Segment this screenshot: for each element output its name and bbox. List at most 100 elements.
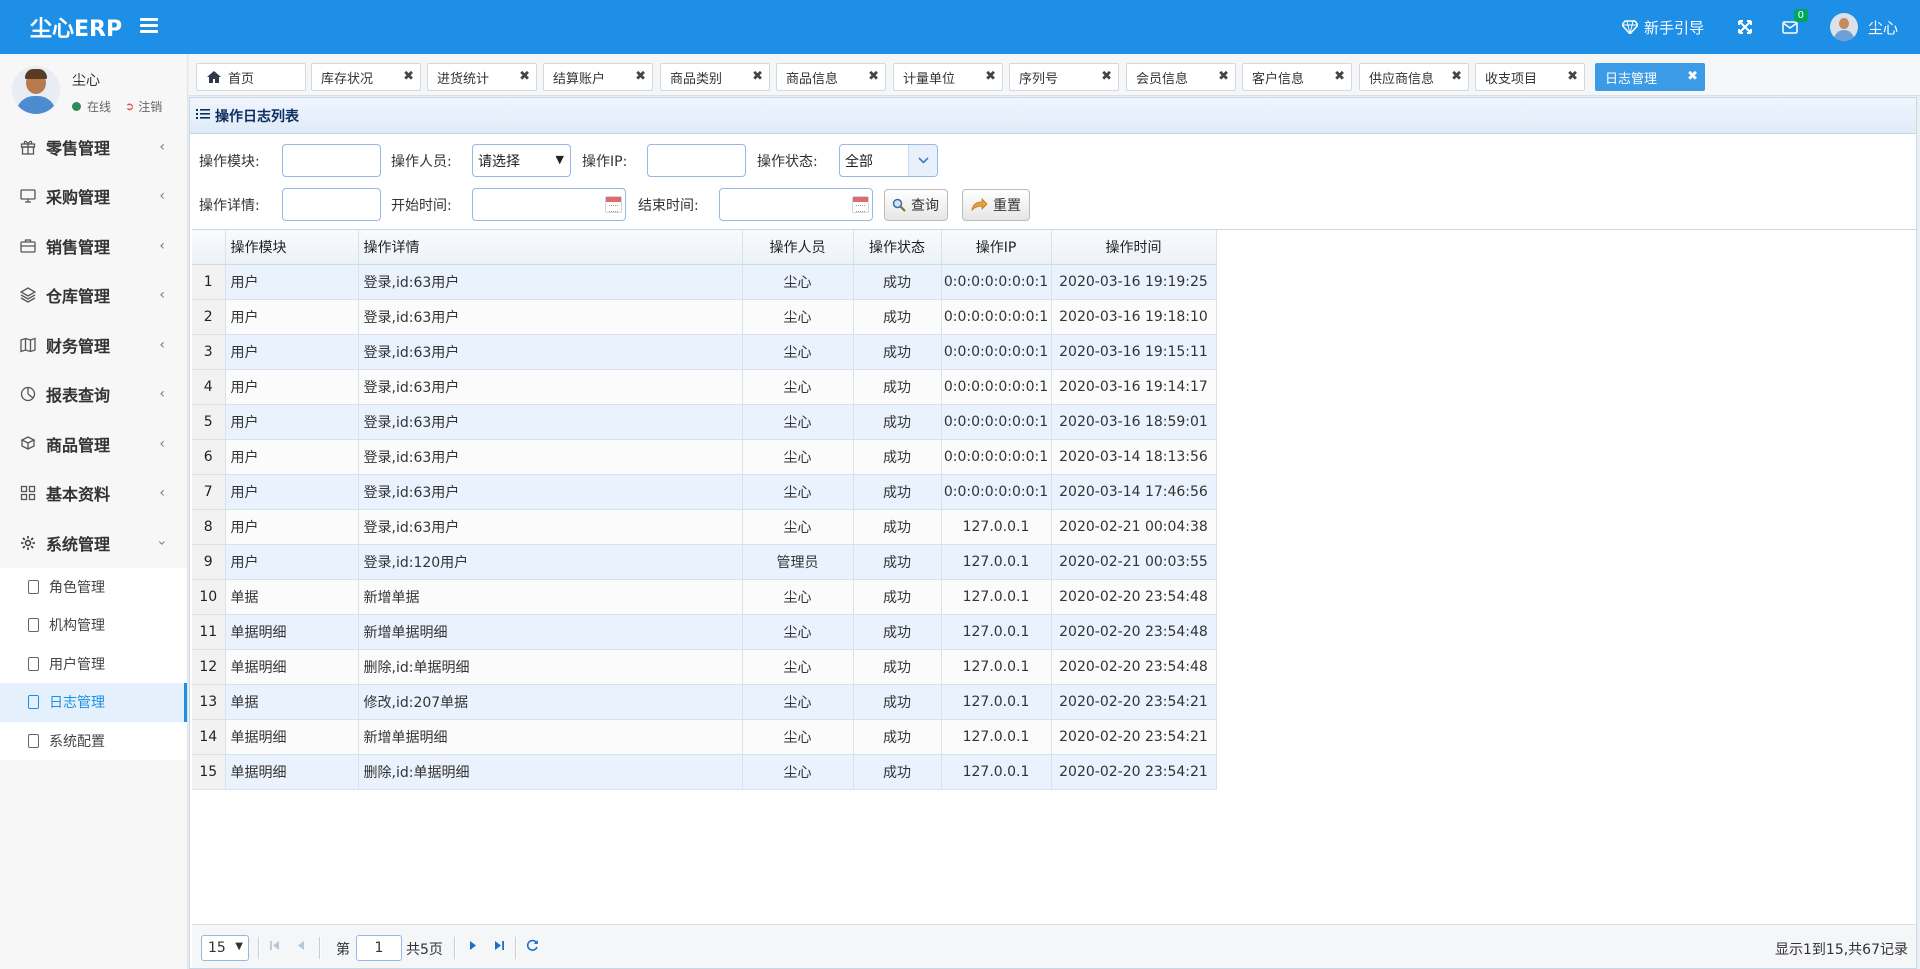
status-cell: 成功 xyxy=(853,369,942,405)
sidebar-item-products[interactable]: 商品管理 ‹ xyxy=(0,419,187,469)
calendar-icon[interactable] xyxy=(605,196,622,213)
module-input[interactable] xyxy=(282,144,381,177)
table-row[interactable]: 5 用户 登录,id:63用户 尘心 成功 0:0:0:0:0:0:0:1 2020-03-… xyxy=(192,404,1217,440)
sidebar-item-basic-data[interactable]: 基本资料 ‹ xyxy=(0,469,187,519)
close-icon[interactable]: ✖ xyxy=(752,69,763,84)
close-icon[interactable]: ✖ xyxy=(403,69,414,84)
close-icon[interactable]: ✖ xyxy=(1218,69,1229,84)
table-row[interactable]: 1 用户 登录,id:63用户 尘心 成功 0:0:0:0:0:0:0:1 2020-03-… xyxy=(192,264,1217,300)
sidebar-item-sales[interactable]: 销售管理 ‹ xyxy=(0,221,187,271)
column-header[interactable]: 操作IP xyxy=(941,230,1052,265)
close-icon[interactable]: ✖ xyxy=(1101,69,1112,84)
operator-select[interactable]: 请选择 ▼ xyxy=(472,144,571,177)
table-row[interactable]: 2 用户 登录,id:63用户 尘心 成功 0:0:0:0:0:0:0:1 2020-03-… xyxy=(192,299,1217,335)
detail-input[interactable] xyxy=(282,188,381,221)
sidebar-item-config[interactable]: 系统配置 xyxy=(0,722,187,761)
record-count-info: 显示1到15,共67记录 xyxy=(1775,942,1908,958)
refresh-button[interactable] xyxy=(522,937,542,957)
column-header[interactable]: 操作模块 xyxy=(225,230,359,265)
table-row[interactable]: 14 单据明细 新增单据明细 尘心 成功 127.0.0.1 2020-02-20 23:5… xyxy=(192,719,1217,755)
grid-icon xyxy=(18,485,38,501)
tab-units[interactable]: 计量单位 ✖ xyxy=(893,63,1003,91)
fullscreen-button[interactable] xyxy=(1737,20,1752,34)
table-row[interactable]: 9 用户 登录,id:120用户 管理员 成功 127.0.0.1 2020-02-21 0… xyxy=(192,544,1217,580)
calendar-icon[interactable] xyxy=(852,196,869,213)
table-row[interactable]: 8 用户 登录,id:63用户 尘心 成功 127.0.0.1 2020-02-21 00:… xyxy=(192,509,1217,545)
prev-page-button[interactable] xyxy=(291,937,311,957)
app-logo[interactable]: 尘心ERP xyxy=(0,0,188,54)
last-page-button[interactable] xyxy=(489,937,509,957)
sidebar-item-users[interactable]: 用户管理 xyxy=(0,645,187,684)
sidebar-item-retail[interactable]: 零售管理 ‹ xyxy=(0,122,187,172)
messages-button[interactable]: 0 xyxy=(1782,8,1808,34)
logout-icon[interactable]: ➲ xyxy=(125,100,134,113)
sidebar-item-roles[interactable]: 角色管理 xyxy=(0,568,187,607)
tab-suppliers[interactable]: 供应商信息 ✖ xyxy=(1359,63,1469,91)
close-icon[interactable]: ✖ xyxy=(635,69,646,84)
tab-categories[interactable]: 商品类别 ✖ xyxy=(660,63,770,91)
tab-product-info[interactable]: 商品信息 ✖ xyxy=(776,63,886,91)
pager-separator xyxy=(258,937,260,959)
table-row[interactable]: 7 用户 登录,id:63用户 尘心 成功 0:0:0:0:0:0:0:1 2020-03-… xyxy=(192,474,1217,510)
tab-inventory[interactable]: 库存状况 ✖ xyxy=(311,63,421,91)
table-row[interactable]: 11 单据明细 新增单据明细 尘心 成功 127.0.0.1 2020-02-20 23:5… xyxy=(192,614,1217,650)
chevron-left-icon: ‹ xyxy=(159,188,165,205)
time-cell: 2020-03-16 19:19:25 xyxy=(1051,264,1217,300)
column-header[interactable]: 操作时间 xyxy=(1051,230,1217,265)
close-icon[interactable]: ✖ xyxy=(868,69,879,84)
row-number: 14 xyxy=(192,719,226,755)
tab-customers[interactable]: 客户信息 ✖ xyxy=(1242,63,1352,91)
close-icon[interactable]: ✖ xyxy=(985,69,996,84)
close-icon[interactable]: ✖ xyxy=(1567,69,1578,84)
status-select[interactable]: 全部 xyxy=(839,144,938,177)
briefcase-icon xyxy=(18,238,38,254)
tab-logs[interactable]: 日志管理 ✖ xyxy=(1595,63,1705,91)
column-header[interactable]: 操作人员 xyxy=(742,230,854,265)
tab-label: 结算账户 xyxy=(553,71,606,87)
sidebar-item-purchase[interactable]: 采购管理 ‹ xyxy=(0,172,187,222)
first-page-button[interactable] xyxy=(265,937,285,957)
sidebar-item-logs[interactable]: 日志管理 xyxy=(0,683,187,722)
close-icon[interactable]: ✖ xyxy=(1451,69,1462,84)
page-number-input[interactable]: 1 xyxy=(356,935,402,961)
table-row[interactable]: 15 单据明细 删除,id:单据明细 尘心 成功 127.0.0.1 2020-02-20 … xyxy=(192,754,1217,790)
close-icon[interactable]: ✖ xyxy=(519,69,530,84)
sidebar-item-orgs[interactable]: 机构管理 xyxy=(0,606,187,645)
chevron-left-icon: ‹ xyxy=(159,485,165,502)
tab-income-expense[interactable]: 收支项目 ✖ xyxy=(1475,63,1585,91)
logout-link[interactable]: 注销 xyxy=(138,98,162,115)
query-button[interactable]: 查询 xyxy=(884,189,948,221)
table-row[interactable]: 10 单据 新增单据 尘心 成功 127.0.0.1 2020-02-20 23:54:48 xyxy=(192,579,1217,615)
sidebar-item-warehouse[interactable]: 仓库管理 ‹ xyxy=(0,271,187,321)
sidebar-item-finance[interactable]: 财务管理 ‹ xyxy=(0,320,187,370)
time-cell: 2020-03-14 17:46:56 xyxy=(1051,474,1217,510)
sidebar-label: 商品管理 xyxy=(46,435,111,455)
next-page-button[interactable] xyxy=(463,937,483,957)
table-row[interactable]: 4 用户 登录,id:63用户 尘心 成功 0:0:0:0:0:0:0:1 2020-03-… xyxy=(192,369,1217,405)
menu-toggle-icon[interactable] xyxy=(140,18,158,34)
sidebar-item-system[interactable]: 系统管理 ‹ xyxy=(0,518,187,568)
table-row[interactable]: 6 用户 登录,id:63用户 尘心 成功 0:0:0:0:0:0:0:1 2020-03-… xyxy=(192,439,1217,475)
close-icon[interactable]: ✖ xyxy=(1687,69,1698,84)
reset-button[interactable]: 重置 xyxy=(962,189,1030,221)
tab-members[interactable]: 会员信息 ✖ xyxy=(1126,63,1236,91)
table-row[interactable]: 3 用户 登录,id:63用户 尘心 成功 0:0:0:0:0:0:0:1 2020-03-… xyxy=(192,334,1217,370)
sidebar-label: 报表查询 xyxy=(46,386,111,406)
tab-home[interactable]: 首页 xyxy=(196,63,306,91)
user-menu[interactable]: 尘心 xyxy=(1829,13,1898,41)
tab-serials[interactable]: 序列号 ✖ xyxy=(1009,63,1119,91)
table-row[interactable]: 12 单据明细 删除,id:单据明细 尘心 成功 127.0.0.1 2020-02-20 … xyxy=(192,649,1217,685)
tab-purchase-stats[interactable]: 进货统计 ✖ xyxy=(427,63,537,91)
column-header[interactable]: 操作状态 xyxy=(853,230,942,265)
tab-accounts[interactable]: 结算账户 ✖ xyxy=(543,63,653,91)
table-row[interactable]: 13 单据 修改,id:207单据 尘心 成功 127.0.0.1 2020-02-20 2… xyxy=(192,684,1217,720)
close-icon[interactable]: ✖ xyxy=(1334,69,1345,84)
end-time-input[interactable] xyxy=(719,188,873,221)
start-time-input[interactable] xyxy=(472,188,626,221)
guide-button[interactable]: 新手引导 xyxy=(1621,17,1704,38)
sidebar-item-reports[interactable]: 报表查询 ‹ xyxy=(0,370,187,420)
ip-input[interactable] xyxy=(647,144,746,177)
chevron-down-icon xyxy=(908,145,937,176)
column-header[interactable]: 操作详情 xyxy=(358,230,743,265)
page-size-select[interactable]: 15 ▼ xyxy=(201,935,249,961)
